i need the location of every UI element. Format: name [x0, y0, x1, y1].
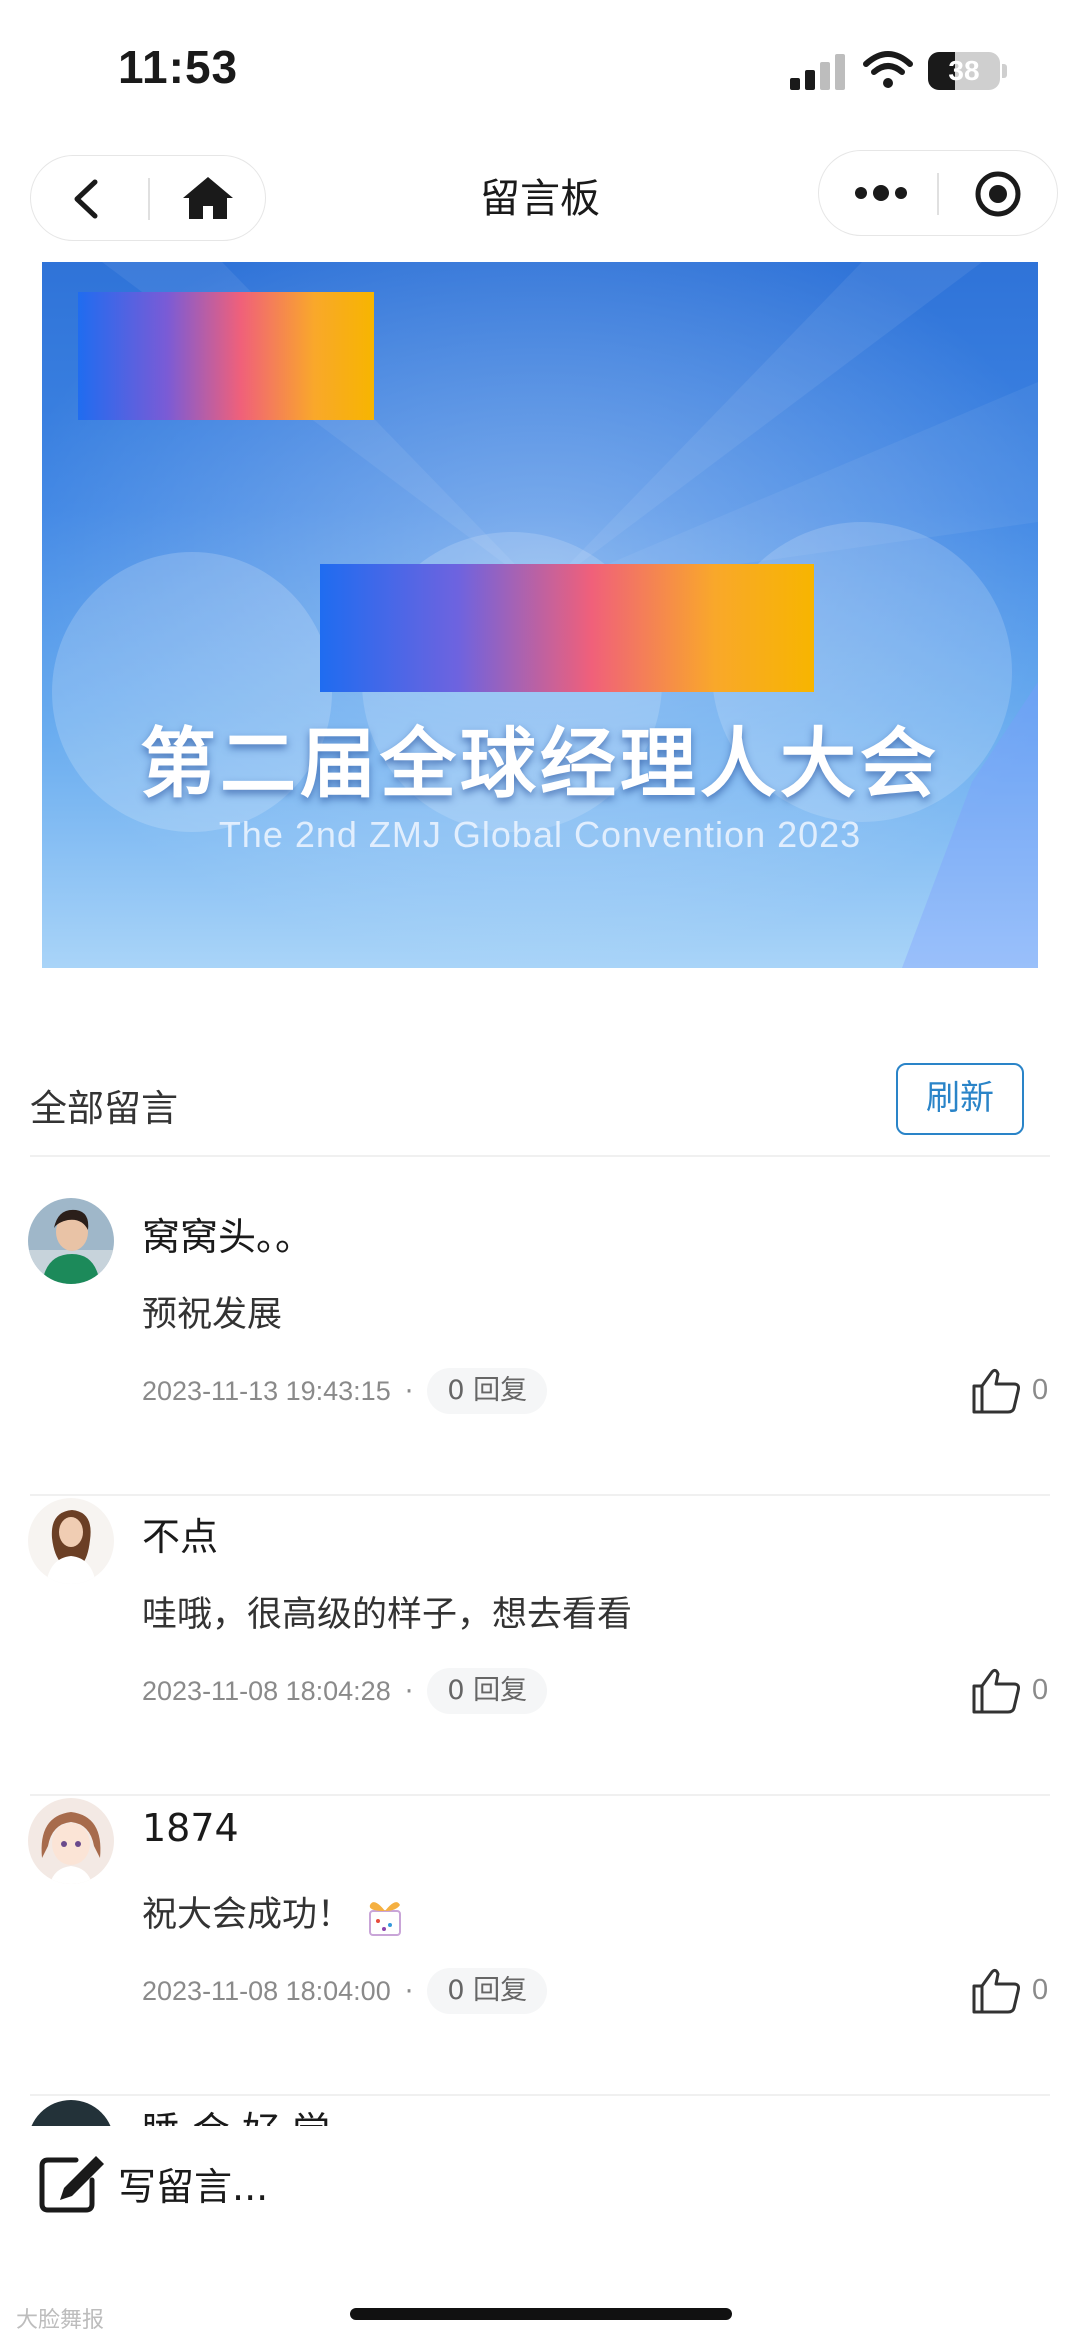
divider [30, 2094, 1050, 2096]
banner-subtitle: The 2nd ZMJ Global Convention 2023 [218, 814, 862, 855]
reply-button[interactable]: 0 回复 [427, 1668, 548, 1714]
battery-level: 38 [948, 55, 980, 86]
comment-author: 1874 [142, 1806, 239, 1850]
like-count: 0 [1032, 1674, 1049, 1706]
thumbs-up-icon[interactable] [970, 1666, 1022, 1716]
battery-icon: 38 [928, 52, 1008, 90]
compose-bar: 写留言... 大脸舞报 [0, 2126, 1080, 2337]
comment-text-row: 祝大会成功！ [142, 1886, 408, 1939]
event-banner: 第二届全球经理人大会 The 2nd ZMJ Global Convention… [42, 262, 1038, 968]
separator-dot: · [404, 1975, 414, 2007]
nav-divider [148, 178, 150, 220]
avatar[interactable] [28, 1498, 114, 1584]
watermark: 大脸舞报 [16, 2308, 105, 2333]
home-icon[interactable] [181, 174, 235, 222]
comment-author: 窝窝头。。 [142, 1215, 314, 1259]
comment-author: 不点 [142, 1515, 219, 1559]
status-bar: 11:53 38 [0, 0, 1080, 140]
compose-input[interactable]: 写留言... [118, 2156, 268, 2211]
refresh-button[interactable]: 刷新 [896, 1063, 1024, 1135]
section-title: 全部留言 [30, 1087, 178, 1130]
like-count: 0 [1032, 1974, 1049, 2006]
thumbs-up-icon[interactable] [970, 1366, 1022, 1416]
redacted-graphic [320, 564, 814, 692]
status-time: 11:53 [118, 41, 239, 93]
back-icon[interactable] [67, 178, 107, 220]
avatar[interactable] [28, 1798, 114, 1884]
edit-icon[interactable] [36, 2150, 108, 2214]
comment-meta: 2023-11-08 18:04:00 · 0 回复 [142, 1966, 548, 2016]
separator-dot: · [404, 1375, 414, 1407]
nav-divider [937, 173, 939, 215]
separator-dot: · [404, 1675, 414, 1707]
comment-item: 1874 祝大会成功！ 2023-11-08 18:04:00 · 0 回复 0 [0, 1798, 1080, 2098]
divider [30, 1155, 1050, 1157]
divider [30, 1494, 1050, 1496]
more-icon[interactable] [853, 179, 909, 207]
thumbs-up-icon[interactable] [970, 1966, 1022, 2016]
comment-meta: 2023-11-08 18:04:28 · 0 回复 [142, 1666, 548, 1716]
divider [30, 1794, 1050, 1796]
comment-timestamp: 2023-11-08 18:04:28 [142, 1675, 391, 1706]
avatar[interactable] [28, 1198, 114, 1284]
gift-emoji-icon [369, 1902, 402, 1936]
comment-timestamp: 2023-11-08 18:04:00 [142, 1975, 391, 2006]
comment-text: 预祝发展 [142, 1295, 283, 1335]
nav-left-capsule [30, 155, 266, 241]
comment-text: 祝大会成功！ [142, 1895, 353, 1935]
banner-title: 第二届全球经理人大会 [140, 719, 940, 808]
page-title: 留言板 [480, 176, 600, 222]
nav-right-capsule [818, 150, 1058, 236]
reply-button[interactable]: 0 回复 [427, 1368, 548, 1414]
like-count: 0 [1032, 1374, 1049, 1406]
comment-meta: 2023-11-13 19:43:15 · 0 回复 [142, 1366, 548, 1416]
home-indicator[interactable] [350, 2308, 732, 2320]
comment-item: 窝窝头。。 预祝发展 2023-11-13 19:43:15 · 0 回复 0 [0, 1198, 1080, 1498]
comment-item: 不点 哇哦，很高级的样子，想去看看 2023-11-08 18:04:28 · … [0, 1498, 1080, 1798]
close-miniprogram-icon[interactable] [973, 169, 1023, 219]
cellular-signal-icon [790, 54, 845, 90]
wifi-icon [863, 51, 913, 88]
comment-timestamp: 2023-11-13 19:43:15 [142, 1375, 391, 1406]
redacted-logo [78, 292, 374, 420]
reply-button[interactable]: 0 回复 [427, 1968, 548, 2014]
comment-text: 哇哦，很高级的样子，想去看看 [142, 1595, 633, 1635]
